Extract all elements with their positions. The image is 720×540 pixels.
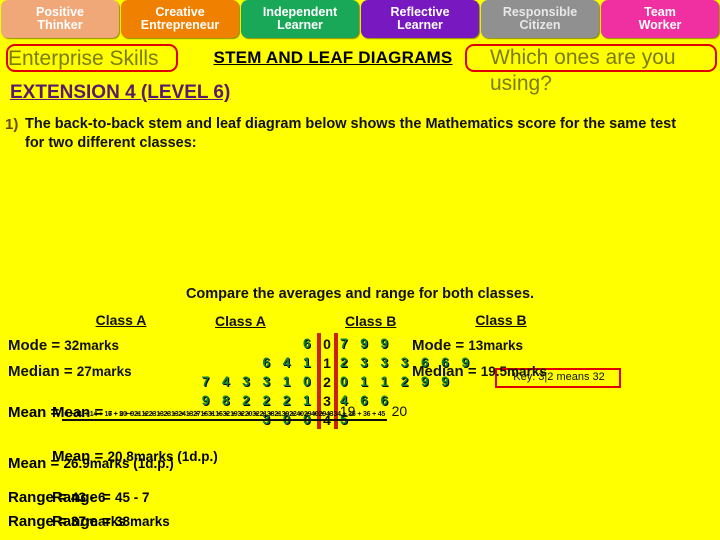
question-text: The back-to-back stem and leaf diagram b… <box>25 116 677 151</box>
class-b-mean-numerator: 7 + 9 + 9 + 12 + 13 + 13 + 13 + 16 + 16 … <box>106 411 388 421</box>
class-a-mode-label: Mode = <box>8 337 61 354</box>
class-b-mode-value: 13marks <box>468 338 524 353</box>
skill-chip-creative-entrepreneur[interactable]: Creative Entrepreneur <box>121 0 239 38</box>
which-ones-label: Which ones are you using? <box>490 46 676 95</box>
class-a-median-value: 27marks <box>76 364 132 379</box>
class-a-median-label: Median = <box>8 363 73 380</box>
class-b-mean-expression: Mean = 7 + 9 + 9 + 12 + 13 + 13 + 13 + 1… <box>52 403 407 421</box>
class-b-stats: Class B Mode = 13marks Median = 19.5mark… <box>360 312 720 389</box>
class-a-mode: Mode = 32marks <box>0 337 360 354</box>
class-b-range-label: Range = <box>52 489 111 506</box>
class-b-mean-fraction: 7 + 9 + 9 + 12 + 13 + 13 + 13 + 16 + 16 … <box>106 403 407 421</box>
class-b-mode-label: Mode = <box>412 337 465 354</box>
class-b-mean-result-label: Mean = <box>52 448 104 465</box>
stem-and-leaf-diagram: Class A Class B 6 6 4 1 7 4 3 3 1 0 9 8 … <box>0 155 720 429</box>
skill-chip-line2: Citizen <box>519 18 561 32</box>
class-b-mean-denominator: 20 <box>391 403 408 419</box>
skill-chip-line2: Thinker <box>37 18 83 32</box>
class-b-range-result-value: 38marks <box>114 514 170 529</box>
class-b-mean-label: Mean = <box>52 403 104 421</box>
class-a-stats: Class A Mode = 32marks Median = 27marks <box>0 312 360 389</box>
skill-chip-line2: Entrepreneur <box>140 18 220 32</box>
skill-chip-line2: Worker <box>638 18 682 32</box>
page-title: STEM AND LEAF DIAGRAMS <box>213 48 453 67</box>
class-b-heading: Class B <box>475 312 527 328</box>
class-b-median-label: Median = <box>412 363 477 380</box>
compare-instruction: Compare the averages and range for both … <box>185 286 535 302</box>
skill-chip-responsible-citizen[interactable]: Responsible Citizen <box>481 0 599 38</box>
class-a-heading: Class A <box>95 312 147 328</box>
skill-chip-positive-thinker[interactable]: Positive Thinker <box>1 0 119 38</box>
class-b-mean-result: Mean = 20.8marks (1d.p.) <box>52 448 218 465</box>
class-b-range-result: Range = 38marks <box>52 513 170 530</box>
skill-chip-team-worker[interactable]: Team Worker <box>601 0 719 38</box>
class-b-median-value: 19.5marks <box>480 364 547 379</box>
class-a-median: Median = 27marks <box>0 363 360 380</box>
question-number: 1) <box>5 116 19 133</box>
skill-chip-reflective-learner[interactable]: Reflective Learner <box>361 0 479 38</box>
class-b-mean-result-value: 20.8marks (1d.p.) <box>107 449 218 464</box>
enterprise-skills-label: Enterprise Skills <box>8 47 159 70</box>
skills-bar: Positive Thinker Creative Entrepreneur I… <box>0 0 720 38</box>
extension-subtitle: EXTENSION 4 (LEVEL 6) <box>10 82 231 103</box>
class-b-range-result-label: Range = <box>52 513 111 530</box>
class-a-mode-value: 32marks <box>64 338 120 353</box>
class-b-range-calc-value: 45 - 7 <box>114 490 150 505</box>
class-b-mode: Mode = 13marks <box>360 337 720 354</box>
class-b-median: Median = 19.5marks <box>360 363 720 380</box>
class-b-range-calc: Range = 45 - 7 <box>52 489 149 506</box>
skill-chip-independent-learner[interactable]: Independent Learner <box>241 0 359 38</box>
skill-chip-line2: Learner <box>277 18 323 32</box>
skill-chip-line2: Learner <box>397 18 443 32</box>
